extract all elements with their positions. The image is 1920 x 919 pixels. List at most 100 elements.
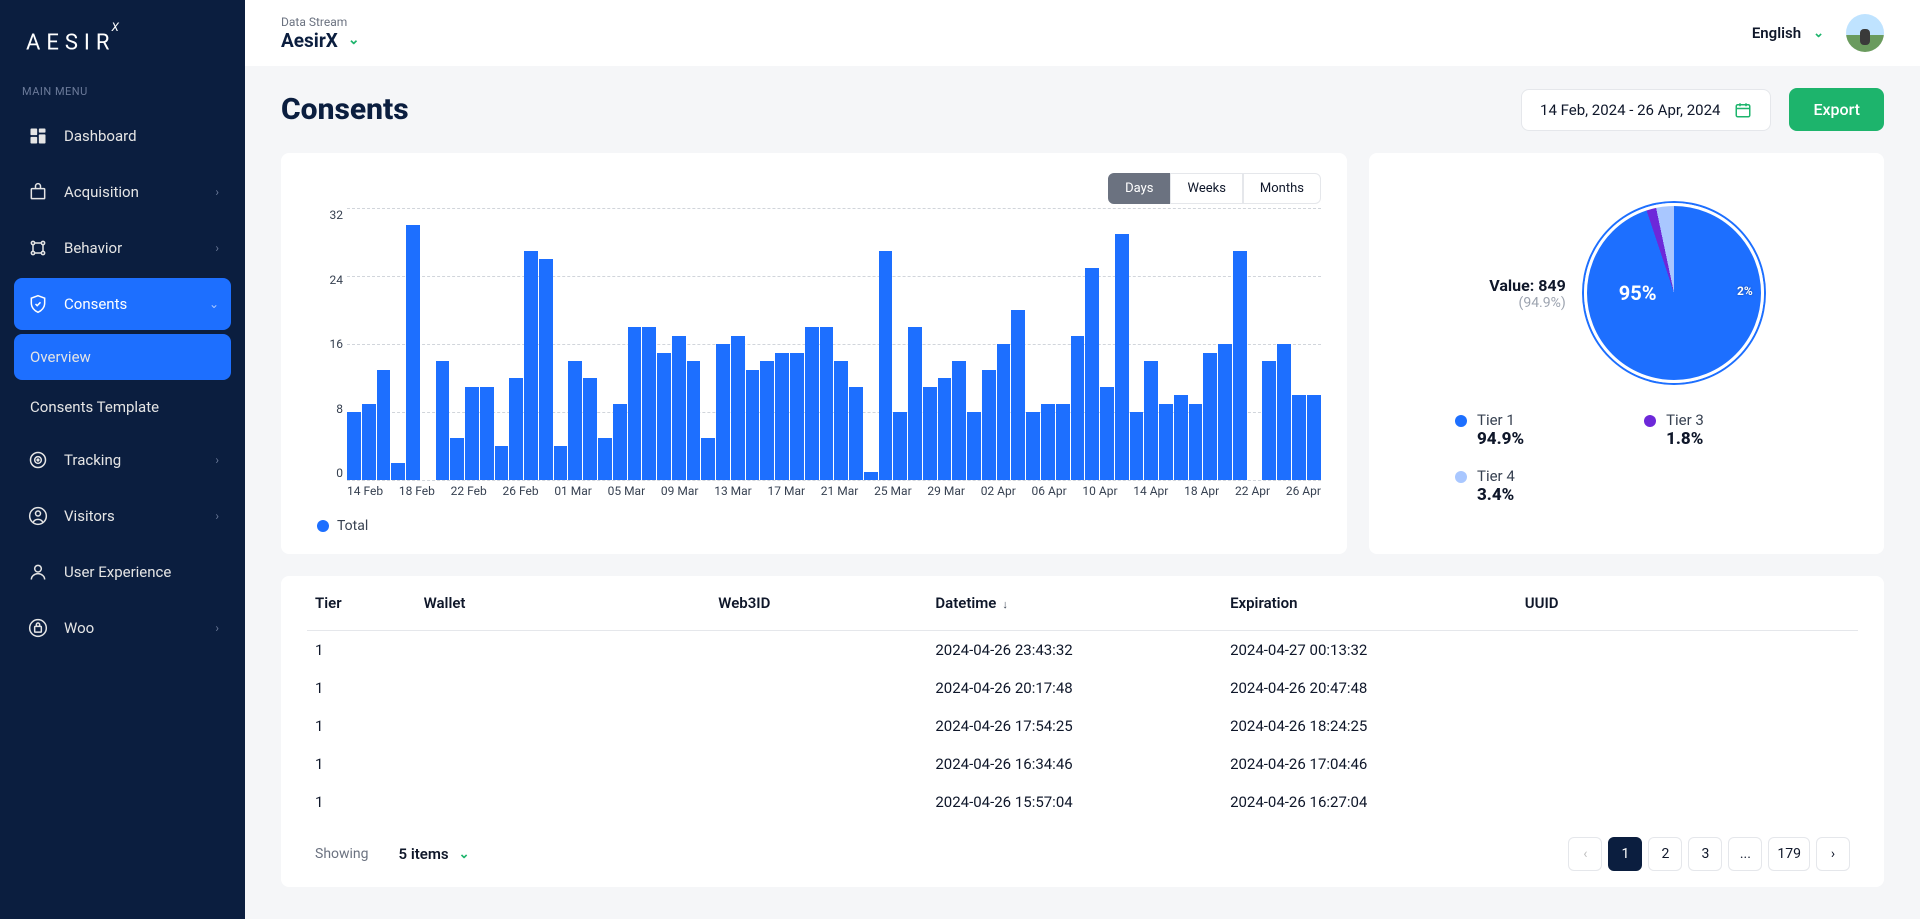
bar[interactable]: [1085, 268, 1099, 481]
bar[interactable]: [687, 361, 701, 480]
bar[interactable]: [1233, 251, 1247, 481]
bar[interactable]: [1026, 412, 1040, 480]
bar[interactable]: [1277, 344, 1291, 480]
bar[interactable]: [1203, 353, 1217, 481]
bar[interactable]: [1100, 387, 1114, 481]
bar[interactable]: [347, 412, 361, 480]
column-header-uuid[interactable]: UUID: [1517, 576, 1858, 631]
bar[interactable]: [1041, 404, 1055, 481]
bar[interactable]: [568, 361, 582, 480]
bar[interactable]: [524, 251, 538, 481]
language-selector[interactable]: English ⌄: [1752, 24, 1824, 42]
table-row[interactable]: 12024-04-26 20:17:482024-04-26 20:47:48: [307, 669, 1858, 707]
sidebar-item-behavior[interactable]: Behavior›: [14, 222, 231, 274]
bar[interactable]: [613, 404, 627, 481]
export-button[interactable]: Export: [1789, 88, 1884, 131]
bar[interactable]: [509, 378, 523, 480]
bar[interactable]: [628, 327, 642, 480]
bar[interactable]: [465, 387, 479, 481]
sidebar-subitem-overview[interactable]: Overview: [14, 334, 231, 380]
pagination-page-1[interactable]: 1: [1608, 837, 1642, 871]
bar[interactable]: [657, 353, 671, 481]
bar[interactable]: [938, 378, 952, 480]
bar[interactable]: [775, 353, 789, 481]
bar[interactable]: [982, 370, 996, 481]
sidebar-item-tracking[interactable]: Tracking›: [14, 434, 231, 486]
bar[interactable]: [391, 463, 405, 480]
avatar[interactable]: [1846, 14, 1884, 52]
bar[interactable]: [701, 438, 715, 481]
sidebar-item-user-experience[interactable]: User Experience: [14, 546, 231, 598]
column-header-wallet[interactable]: Wallet: [416, 576, 711, 631]
table-row[interactable]: 12024-04-26 23:43:322024-04-27 00:13:32: [307, 631, 1858, 670]
sidebar-subitem-consents-template[interactable]: Consents Template: [14, 384, 231, 430]
bar[interactable]: [805, 327, 819, 480]
bar[interactable]: [997, 344, 1011, 480]
bar[interactable]: [967, 412, 981, 480]
table-row[interactable]: 12024-04-26 16:34:462024-04-26 17:04:46: [307, 745, 1858, 783]
bar[interactable]: [377, 370, 391, 481]
date-range-picker[interactable]: 14 Feb, 2024 - 26 Apr, 2024: [1521, 89, 1771, 131]
bar[interactable]: [1292, 395, 1306, 480]
bar[interactable]: [760, 361, 774, 480]
bar[interactable]: [495, 446, 509, 480]
period-tab-weeks[interactable]: Weeks: [1170, 173, 1242, 204]
pagination-page-179[interactable]: 179: [1768, 837, 1810, 871]
bar[interactable]: [362, 404, 376, 481]
period-tab-months[interactable]: Months: [1243, 173, 1321, 204]
bar[interactable]: [820, 327, 834, 480]
bar[interactable]: [834, 361, 848, 480]
bar[interactable]: [1115, 234, 1129, 481]
bar[interactable]: [554, 446, 568, 480]
table-row[interactable]: 12024-04-26 17:54:252024-04-26 18:24:25: [307, 707, 1858, 745]
bar[interactable]: [480, 387, 494, 481]
bar[interactable]: [450, 438, 464, 481]
bar[interactable]: [893, 412, 907, 480]
sidebar-item-dashboard[interactable]: Dashboard: [14, 110, 231, 162]
bar[interactable]: [746, 370, 760, 481]
bar[interactable]: [583, 378, 597, 480]
sidebar-item-woo[interactable]: Woo›: [14, 602, 231, 654]
bar[interactable]: [1262, 361, 1276, 480]
sidebar-item-acquisition[interactable]: Acquisition›: [14, 166, 231, 218]
bar[interactable]: [731, 336, 745, 481]
column-header-expiration[interactable]: Expiration: [1222, 576, 1517, 631]
bar[interactable]: [1159, 404, 1173, 481]
column-header-datetime[interactable]: Datetime↓: [927, 576, 1222, 631]
bar[interactable]: [716, 344, 730, 480]
bar[interactable]: [406, 225, 420, 480]
items-per-page-selector[interactable]: 5 items ⌄: [399, 845, 470, 863]
bar[interactable]: [539, 259, 553, 480]
bar[interactable]: [864, 472, 878, 481]
bar[interactable]: [642, 327, 656, 480]
period-tab-days[interactable]: Days: [1108, 173, 1170, 204]
bar[interactable]: [1144, 361, 1158, 480]
bar[interactable]: [1056, 404, 1070, 481]
bar[interactable]: [1130, 412, 1144, 480]
bar[interactable]: [1218, 344, 1232, 480]
bar[interactable]: [1189, 404, 1203, 481]
column-header-web3id[interactable]: Web3ID: [710, 576, 927, 631]
pagination-page-2[interactable]: 2: [1648, 837, 1682, 871]
pagination-next[interactable]: ›: [1816, 837, 1850, 871]
bar[interactable]: [908, 327, 922, 480]
bar[interactable]: [1071, 336, 1085, 481]
data-stream-selector[interactable]: Data Stream AesirX ⌄: [281, 15, 360, 52]
table-row[interactable]: 12024-04-26 15:57:042024-04-26 16:27:04: [307, 783, 1858, 821]
bar[interactable]: [952, 361, 966, 480]
bar[interactable]: [923, 387, 937, 481]
bar[interactable]: [1307, 395, 1321, 480]
sidebar-item-visitors[interactable]: Visitors›: [14, 490, 231, 542]
bar[interactable]: [849, 387, 863, 481]
bar[interactable]: [598, 438, 612, 481]
bar[interactable]: [1011, 310, 1025, 480]
pagination-page-3[interactable]: 3: [1688, 837, 1722, 871]
bar[interactable]: [790, 353, 804, 481]
bar[interactable]: [1174, 395, 1188, 480]
bar[interactable]: [672, 336, 686, 481]
sidebar-item-consents[interactable]: Consents⌄: [14, 278, 231, 330]
bar[interactable]: [436, 361, 450, 480]
bar[interactable]: [879, 251, 893, 481]
column-header-tier[interactable]: Tier: [307, 576, 416, 631]
pagination-prev[interactable]: ‹: [1568, 837, 1602, 871]
